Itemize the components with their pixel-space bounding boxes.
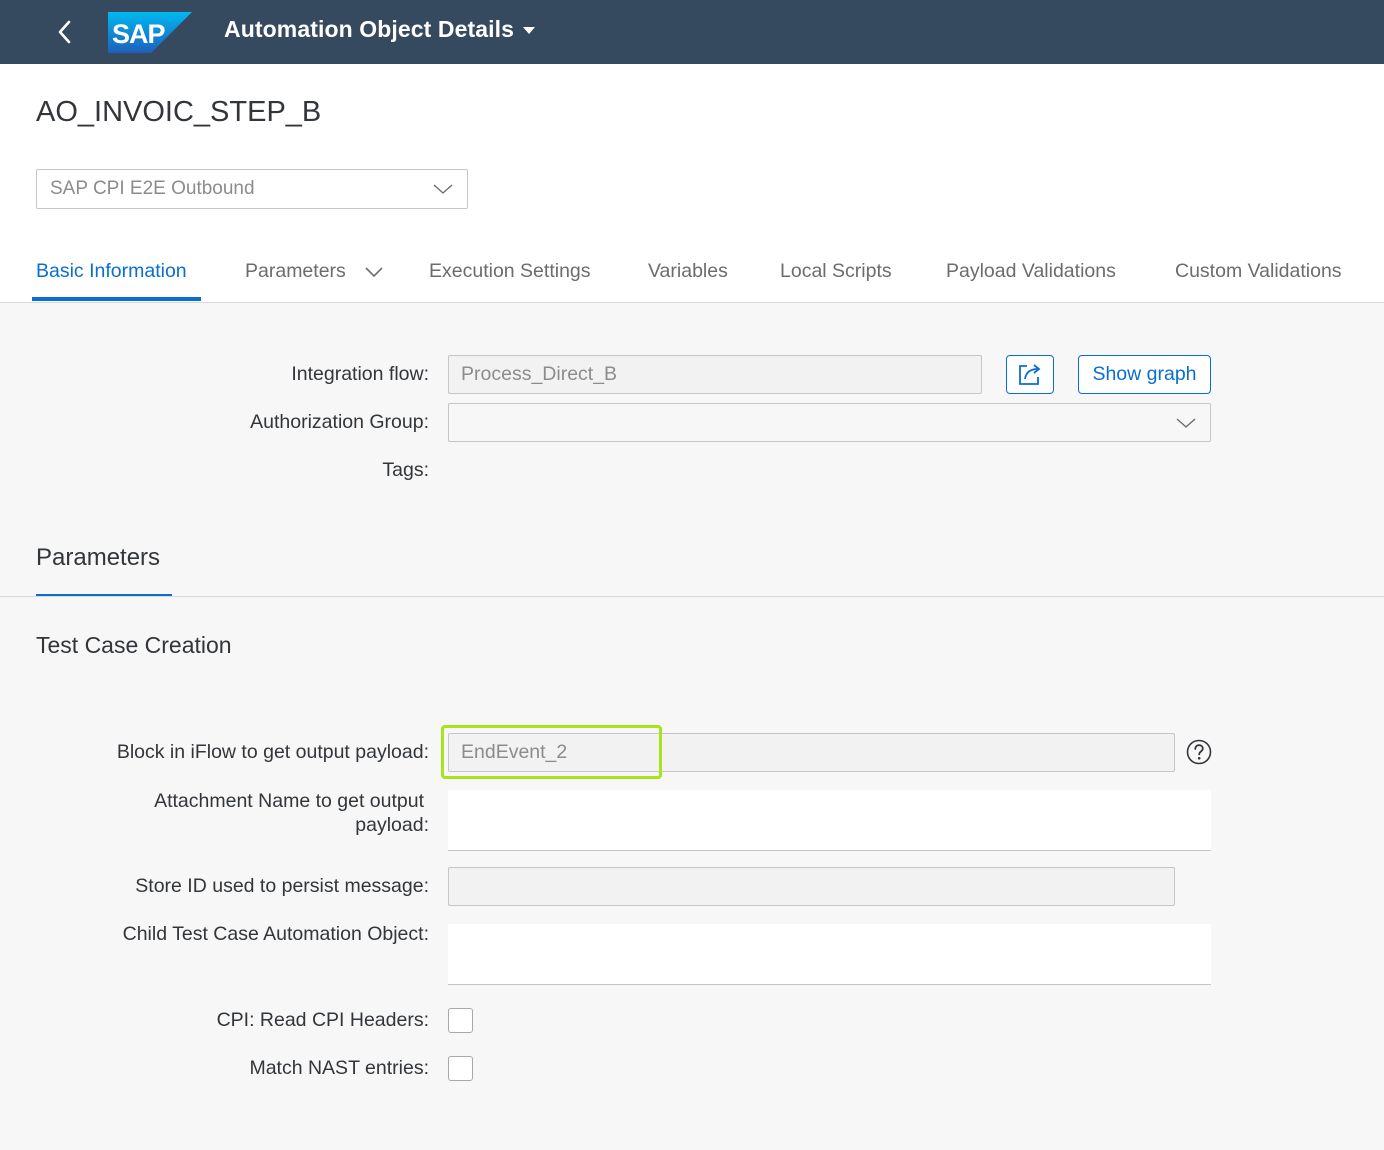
store-id-field[interactable] — [448, 867, 1175, 906]
authorization-group-select[interactable] — [448, 403, 1211, 442]
variant-select[interactable]: SAP CPI E2E Outbound — [36, 169, 468, 209]
child-automation-object-label: Child Test Case Automation Object: — [122, 923, 429, 945]
tab-parameters[interactable]: Parameters — [245, 252, 383, 302]
tab-execution-settings[interactable]: Execution Settings — [429, 252, 591, 302]
attachment-name-label: Attachment Name to get output payload: — [40, 789, 429, 837]
tags-label: Tags: — [382, 459, 429, 481]
chevron-down-icon — [433, 184, 453, 194]
test-case-creation-title: Test Case Creation — [36, 632, 232, 658]
caret-down-icon — [523, 26, 536, 34]
app-title-menu[interactable]: Automation Object Details — [224, 16, 536, 43]
attachment-name-field[interactable] — [448, 790, 1211, 851]
back-button[interactable] — [44, 12, 84, 52]
tab-basic-information[interactable]: Basic Information — [36, 252, 187, 302]
chevron-down-icon — [365, 267, 383, 277]
match-nast-label: Match NAST entries: — [249, 1057, 429, 1079]
tab-label: Custom Validations — [1175, 260, 1342, 282]
app-title: Automation Object Details — [224, 16, 515, 42]
section-title-underline — [36, 594, 172, 596]
tab-label: Local Scripts — [780, 260, 892, 282]
block-in-iflow-value: EndEvent_2 — [461, 741, 568, 763]
tab-label: Execution Settings — [429, 260, 591, 282]
tab-custom-validations[interactable]: Custom Validations — [1175, 252, 1342, 302]
tab-local-scripts[interactable]: Local Scripts — [780, 252, 892, 302]
show-graph-button[interactable]: Show graph — [1078, 355, 1211, 394]
tab-label: Parameters — [245, 260, 346, 282]
shell-bar: SAP Automation Object Details — [0, 0, 1384, 64]
attachment-name-label-line2: payload: — [355, 814, 429, 836]
show-graph-label: Show graph — [1092, 363, 1197, 385]
parameters-section-title: Parameters — [36, 544, 161, 571]
object-header: AO_INVOIC_STEP_B SAP CPI E2E Outbound Ba… — [0, 64, 1384, 303]
integration-flow-field[interactable]: Process_Direct_B — [448, 355, 982, 394]
block-in-iflow-field[interactable]: EndEvent_2 — [448, 733, 1175, 772]
chevron-down-icon — [1176, 418, 1196, 428]
external-link-icon — [1019, 363, 1041, 385]
store-id-label: Store ID used to persist message: — [135, 875, 429, 897]
attachment-name-label-line1: Attachment Name to get output — [154, 790, 424, 812]
read-cpi-headers-checkbox[interactable] — [448, 1008, 473, 1033]
section-divider — [0, 596, 1384, 597]
integration-flow-value: Process_Direct_B — [461, 363, 618, 385]
sap-logo-text: SAP — [112, 19, 166, 49]
variant-value: SAP CPI E2E Outbound — [50, 178, 255, 199]
tab-payload-validations[interactable]: Payload Validations — [946, 252, 1116, 302]
tab-label: Basic Information — [36, 260, 187, 282]
sap-logo[interactable]: SAP — [108, 12, 192, 53]
block-in-iflow-label: Block in iFlow to get output payload: — [116, 741, 429, 763]
match-nast-checkbox[interactable] — [448, 1056, 473, 1081]
tab-variables[interactable]: Variables — [648, 252, 728, 302]
child-automation-object-field[interactable] — [448, 924, 1211, 985]
object-title: AO_INVOIC_STEP_B — [36, 96, 322, 128]
integration-flow-label: Integration flow: — [291, 363, 429, 385]
tab-label: Variables — [648, 260, 728, 282]
read-cpi-headers-label: CPI: Read CPI Headers: — [216, 1009, 429, 1031]
open-iflow-button[interactable] — [1006, 355, 1054, 394]
tab-bar: Basic Information Parameters Execution S… — [0, 252, 1384, 302]
authorization-group-label: Authorization Group: — [250, 411, 429, 433]
chevron-left-icon — [58, 20, 71, 44]
tab-label: Payload Validations — [946, 260, 1116, 282]
active-tab-indicator — [32, 297, 201, 301]
help-icon[interactable] — [1186, 739, 1212, 765]
